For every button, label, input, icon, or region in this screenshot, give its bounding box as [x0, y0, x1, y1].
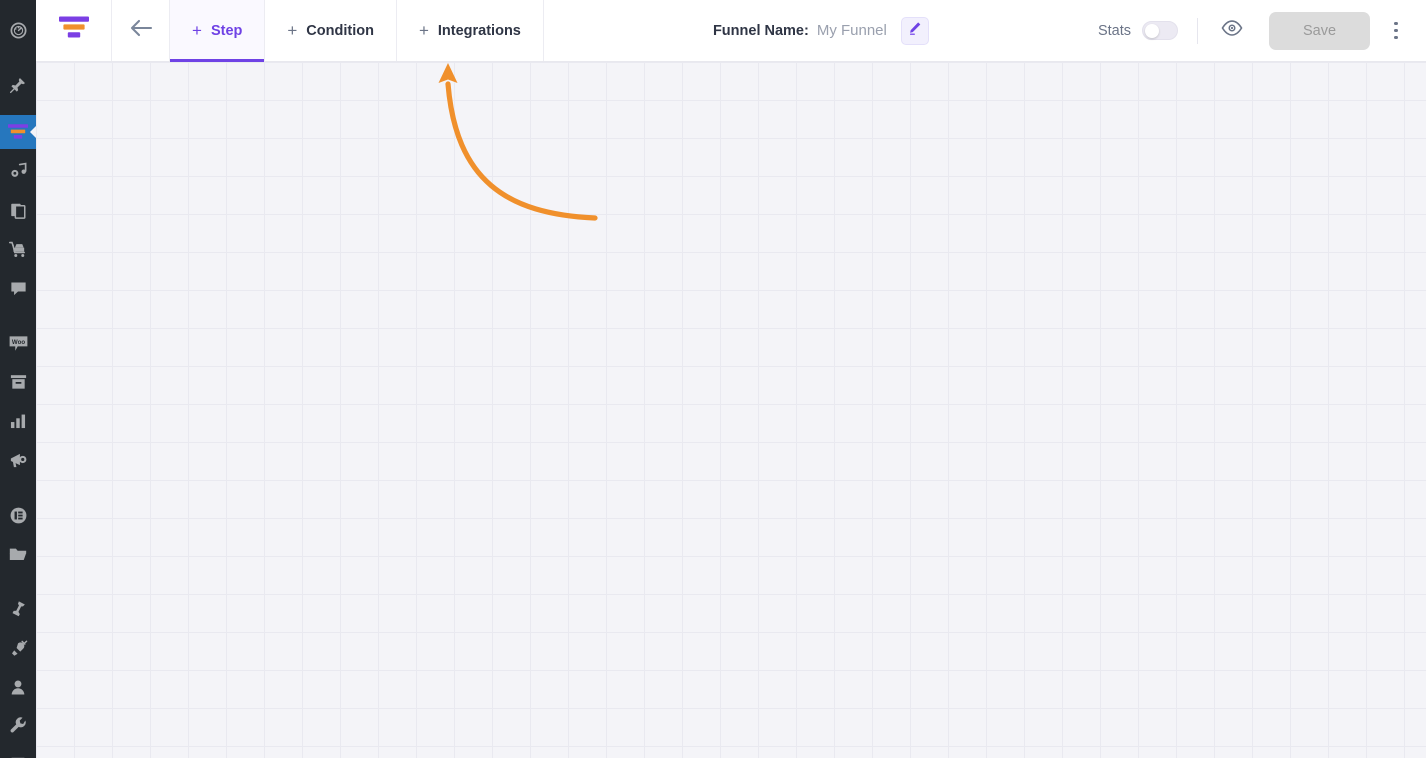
sidebar-item-pages[interactable] [0, 193, 36, 227]
pushpin-icon [9, 600, 28, 619]
tab-condition-label: Condition [306, 22, 374, 39]
funnel-name-group: Funnel Name: My Funnel [544, 0, 1098, 61]
sidebar-item-marketing[interactable] [0, 443, 36, 477]
funnel-name-label: Funnel Name: [712, 22, 809, 39]
sidebar-item-pinned[interactable] [0, 68, 36, 102]
sidebar-item-templates[interactable] [0, 537, 36, 571]
save-button[interactable]: Save [1269, 11, 1370, 50]
sidebar-item-media[interactable] [0, 154, 36, 188]
comment-icon [9, 279, 28, 298]
funnel-logo-icon [58, 15, 90, 46]
dashboard-icon [9, 21, 28, 40]
plus-icon: + [192, 21, 202, 40]
stats-label: Stats [1097, 22, 1131, 39]
user-icon [9, 678, 27, 697]
sidebar-item-settings[interactable] [0, 748, 36, 758]
bar-chart-icon [9, 412, 27, 430]
toolbar-divider [1197, 17, 1198, 44]
pin-icon [9, 76, 27, 94]
megaphone-icon [8, 451, 28, 470]
back-button[interactable] [112, 0, 170, 61]
archive-icon [9, 373, 28, 391]
media-note-icon [9, 162, 28, 181]
funnel-name-value[interactable]: My Funnel [817, 22, 887, 39]
tab-integrations[interactable]: + Integrations [396, 0, 544, 61]
wrench-icon [9, 716, 28, 736]
eye-icon [1221, 19, 1243, 42]
main-pane: + Step + Condition + Integrations Funnel… [36, 0, 1426, 758]
sidebar-item-store[interactable] [0, 232, 36, 266]
funnel-icon [7, 123, 29, 141]
more-options-button[interactable] [1380, 14, 1412, 48]
tab-step-label: Step [210, 22, 243, 39]
app-logo[interactable] [36, 0, 112, 61]
tab-step[interactable]: + Step [170, 0, 266, 62]
svg-text:Woo: Woo [11, 338, 24, 345]
pencil-icon [907, 21, 922, 41]
sidebar-item-elements[interactable] [0, 498, 36, 532]
folder-icon [8, 545, 28, 563]
list-circle-icon [9, 506, 28, 525]
stats-toggle[interactable] [1142, 21, 1178, 40]
sidebar-item-tools[interactable] [0, 709, 36, 743]
sidebar-item-products[interactable] [0, 365, 36, 399]
sidebar-item-plugins[interactable] [0, 631, 36, 665]
toolbar-actions: Stats Save [1098, 0, 1426, 61]
cart-icon [8, 240, 28, 259]
funnel-builder-toolbar: + Step + Condition + Integrations Funnel… [36, 0, 1426, 62]
orange-curved-arrow [438, 63, 598, 221]
tab-integrations-label: Integrations [437, 22, 521, 39]
app-root: Woo + Step + Condition + Integrations Fu… [0, 0, 1426, 758]
edit-funnel-name-button[interactable] [900, 16, 929, 45]
pages-icon [9, 201, 27, 220]
sidebar-item-funnels[interactable] [0, 115, 36, 149]
funnel-canvas[interactable] [36, 62, 1426, 758]
back-arrow-icon [129, 18, 153, 43]
plug-icon [9, 639, 28, 658]
plus-icon: + [287, 21, 298, 40]
preview-button[interactable] [1217, 16, 1247, 46]
kebab-menu-icon [1394, 21, 1398, 40]
sidebar-item-woocommerce[interactable]: Woo [0, 326, 36, 360]
sidebar-item-analytics[interactable] [0, 404, 36, 438]
tab-condition[interactable]: + Condition [265, 0, 397, 61]
sidebar-item-dashboard[interactable] [0, 13, 36, 47]
admin-sidebar: Woo [0, 0, 36, 758]
sidebar-item-users[interactable] [0, 670, 36, 704]
woo-icon: Woo [8, 334, 29, 353]
sidebar-item-appearance[interactable] [0, 592, 36, 626]
toggle-knob [1145, 23, 1159, 38]
sidebar-item-comments[interactable] [0, 271, 36, 305]
plus-icon: + [418, 21, 429, 40]
